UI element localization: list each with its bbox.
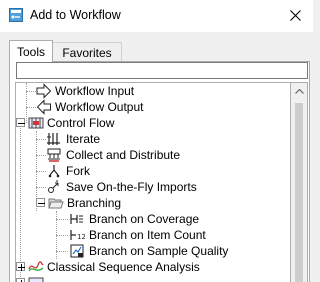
folder-open-icon — [48, 195, 64, 211]
window-title: Add to Workflow — [30, 8, 121, 22]
tree-item-fork[interactable]: Fork — [16, 163, 286, 179]
tree-item-label: Branching — [67, 196, 122, 210]
tree-item-label: Iterate — [66, 132, 101, 146]
tree-item-workflow-output[interactable]: Workflow Output — [16, 99, 286, 115]
branch-sample-quality-icon — [69, 243, 85, 259]
workflow-output-arrow-icon — [36, 99, 52, 115]
tree-item-label: Workflow Input — [55, 84, 135, 98]
tab-strip: Tools Favorites — [9, 40, 309, 62]
tree-item-label: Branch on Coverage — [89, 212, 200, 226]
chevron-up-icon — [295, 89, 304, 94]
vertical-scrollbar[interactable] — [291, 82, 308, 282]
tree-item-classical-sequence-analysis[interactable]: Classical Sequence Analysis — [16, 259, 286, 275]
close-icon — [290, 10, 301, 21]
tree-item-label: Collect and Distribute — [66, 148, 181, 162]
svg-text:123: 123 — [77, 233, 85, 241]
tree-item-label: Save On-the-Fly Imports — [66, 180, 197, 194]
tree-item-branch-on-coverage[interactable]: Branch on Coverage — [16, 211, 286, 227]
tab-favorites[interactable]: Favorites — [53, 42, 122, 62]
expand-toggle[interactable] — [16, 278, 25, 282]
tree-item-collect-and-distribute[interactable]: Collect and Distribute — [16, 147, 286, 163]
workflow-input-arrow-icon — [36, 83, 52, 99]
scroll-up-button[interactable] — [291, 83, 307, 100]
iterate-icon — [46, 131, 62, 147]
tree-item-label: Classical Sequence Analysis — [47, 260, 200, 274]
tree-item-partial[interactable] — [16, 275, 286, 282]
scrollbar-thumb[interactable] — [295, 103, 303, 282]
tree-item-branch-on-sample-quality[interactable]: Branch on Sample Quality — [16, 243, 286, 259]
title-bar: Add to Workflow — [0, 0, 313, 32]
close-button[interactable] — [282, 3, 310, 29]
tool-tree: Workflow Input Workflow Output Control F… — [15, 82, 291, 282]
control-flow-icon — [28, 115, 44, 131]
tree-item-save-on-the-fly-imports[interactable]: Save On-the-Fly Imports — [16, 179, 286, 195]
tree-item-label: Branch on Sample Quality — [89, 244, 229, 258]
classical-sequence-icon — [28, 259, 44, 275]
workflow-app-icon — [9, 8, 23, 22]
collapse-toggle[interactable] — [16, 118, 25, 127]
tree-item-workflow-input[interactable]: Workflow Input — [16, 83, 286, 99]
fork-icon — [46, 163, 62, 179]
search-input[interactable] — [16, 62, 308, 79]
tree-item-label: Control Flow — [47, 116, 115, 130]
collect-distribute-icon — [46, 147, 62, 163]
tree-item-label: Workflow Output — [55, 100, 144, 114]
tree-item-control-flow[interactable]: Control Flow — [16, 115, 286, 131]
tree-item-label: Fork — [66, 164, 90, 178]
branch-item-count-icon: 123 — [69, 227, 90, 243]
save-imports-icon — [46, 179, 62, 195]
tools-panel: Workflow Input Workflow Output Control F… — [9, 61, 310, 282]
category-icon — [28, 275, 44, 282]
tab-tools[interactable]: Tools — [9, 40, 53, 62]
tree-item-branch-on-item-count[interactable]: 123 Branch on Item Count — [16, 227, 286, 243]
tree-item-label: Branch on Item Count — [89, 228, 206, 242]
tree-item-branching[interactable]: Branching — [16, 195, 286, 211]
expand-toggle[interactable] — [16, 262, 25, 271]
tree-item-iterate[interactable]: Iterate — [16, 131, 286, 147]
collapse-toggle[interactable] — [36, 198, 45, 207]
branch-coverage-icon — [69, 211, 85, 227]
